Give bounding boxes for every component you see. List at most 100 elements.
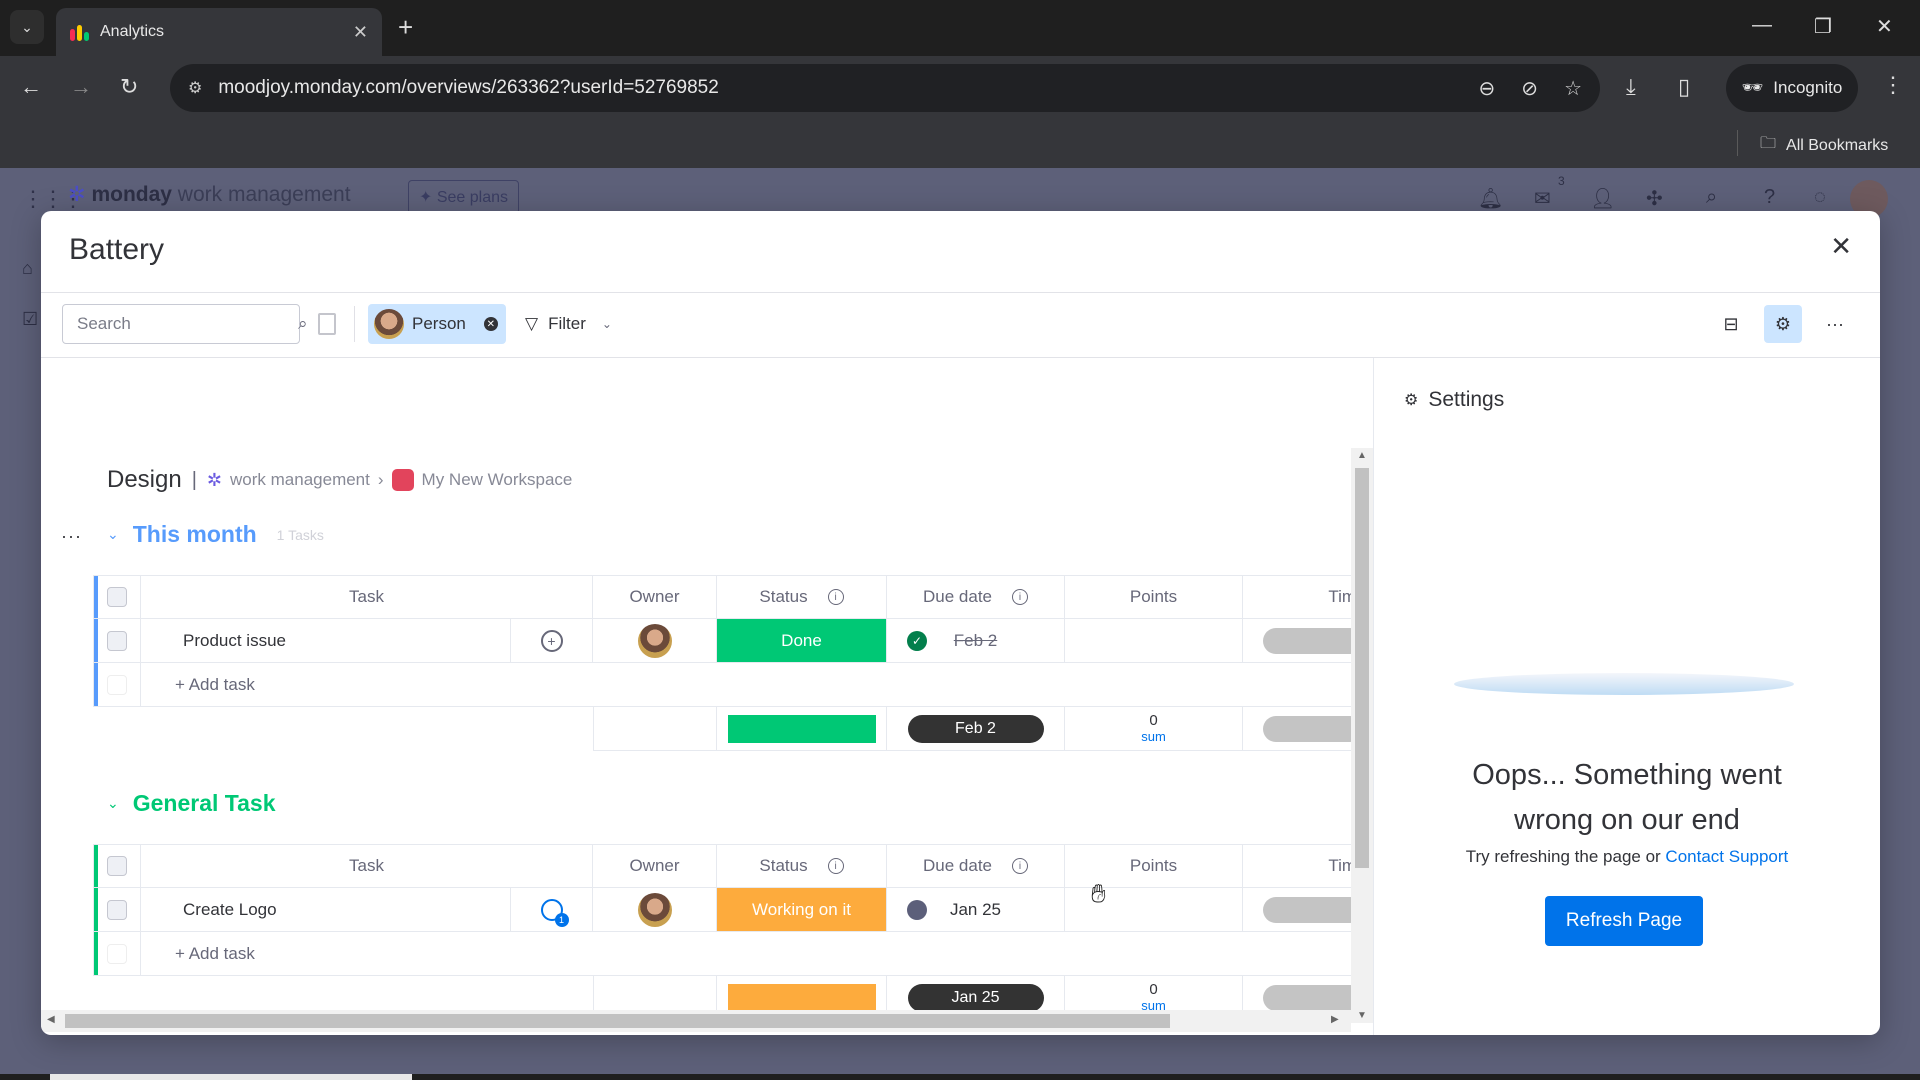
- more-options-icon[interactable]: ···: [1816, 305, 1854, 343]
- see-plans-button[interactable]: ✦ See plans: [408, 180, 520, 214]
- add-task-input[interactable]: + Add task: [141, 663, 1373, 707]
- add-task-input[interactable]: + Add task: [141, 932, 1373, 976]
- collapse-chevron-icon[interactable]: ⌄: [107, 526, 119, 543]
- notifications-bell-icon[interactable]: 🔔︎: [1478, 186, 1503, 211]
- add-update-icon[interactable]: +: [540, 629, 563, 652]
- status-cell[interactable]: Working on it: [717, 888, 887, 932]
- star-icon[interactable]: ☆: [1564, 76, 1582, 101]
- incognito-badge[interactable]: 🕶 Incognito: [1726, 64, 1858, 112]
- summary-points: 0 sum: [1065, 707, 1243, 751]
- group-name[interactable]: This month: [133, 521, 257, 548]
- download-icon[interactable]: ⤓: [1626, 74, 1636, 100]
- column-points[interactable]: Points: [1065, 575, 1243, 619]
- add-task-row[interactable]: + Add task: [93, 932, 1373, 976]
- clear-person-icon[interactable]: ✕: [483, 317, 498, 331]
- column-due-date[interactable]: Due date i: [887, 844, 1065, 888]
- home-icon[interactable]: ⌂: [22, 258, 38, 279]
- monday-logo[interactable]: ✲ monday work management: [68, 182, 351, 207]
- owner-cell[interactable]: [593, 888, 717, 932]
- close-tab-icon[interactable]: ✕: [353, 22, 368, 43]
- info-icon[interactable]: i: [827, 589, 844, 605]
- browser-tab-analytics[interactable]: Analytics ✕: [56, 8, 382, 56]
- layout-toggle-icon[interactable]: ⊟: [1712, 305, 1750, 343]
- tab-list-button[interactable]: ⌄: [10, 10, 44, 44]
- person-filter-chip[interactable]: Person ✕: [368, 304, 506, 344]
- status-cell[interactable]: Done: [717, 619, 887, 663]
- column-due-date[interactable]: Due date i: [887, 575, 1065, 619]
- due-date-cell[interactable]: Jan 25: [887, 888, 1065, 932]
- row-checkbox[interactable]: [107, 630, 127, 651]
- points-cell[interactable]: [1065, 619, 1243, 663]
- search-input[interactable]: [77, 314, 298, 334]
- eye-off-icon[interactable]: ⊘: [1521, 76, 1538, 101]
- document-icon[interactable]: [318, 313, 336, 335]
- close-window-icon[interactable]: ✕: [1876, 14, 1893, 39]
- owner-cell[interactable]: [593, 619, 717, 663]
- task-name[interactable]: Create Logo: [141, 888, 511, 932]
- help-icon[interactable]: ?: [1764, 186, 1775, 209]
- column-task[interactable]: Task: [141, 844, 593, 888]
- row-checkbox[interactable]: [107, 899, 127, 920]
- add-task-row[interactable]: + Add task: [93, 663, 1373, 707]
- contact-support-link[interactable]: Contact Support: [1665, 847, 1788, 866]
- inbox-icon[interactable]: ✉: [1534, 186, 1551, 211]
- product-switcher-icon[interactable]: ◌: [1814, 186, 1826, 209]
- horizontal-scroll-thumb[interactable]: [65, 1014, 1170, 1028]
- search-icon[interactable]: ⌕: [1706, 186, 1717, 209]
- side-panel-icon[interactable]: ▯: [1678, 74, 1690, 100]
- collapse-chevron-icon[interactable]: ⌄: [107, 795, 119, 812]
- all-bookmarks-button[interactable]: 🗀 All Bookmarks: [1760, 132, 1888, 159]
- address-bar[interactable]: ⚙ moodjoy.monday.com/overviews/263362?us…: [170, 64, 1600, 112]
- column-owner[interactable]: Owner: [593, 844, 717, 888]
- table-row[interactable]: Product issue + Done ✓ Feb 2: [93, 619, 1373, 663]
- breadcrumb-workspace[interactable]: My New Workspace: [422, 470, 573, 490]
- horizontal-scrollbar[interactable]: ◀ ▶: [41, 1010, 1351, 1032]
- toolbar-separator: [354, 306, 355, 342]
- column-status[interactable]: Status i: [717, 844, 887, 888]
- select-all-checkbox[interactable]: [107, 587, 127, 607]
- group-name[interactable]: General Task: [133, 790, 276, 817]
- info-icon[interactable]: i: [1012, 858, 1028, 874]
- vertical-scroll-thumb[interactable]: [1355, 468, 1369, 868]
- back-icon[interactable]: ←: [20, 74, 42, 100]
- info-icon[interactable]: i: [827, 858, 844, 874]
- scroll-right-icon[interactable]: ▶: [1331, 1014, 1339, 1025]
- group-header-general-task[interactable]: ⌄ General Task: [107, 790, 276, 817]
- info-icon[interactable]: i: [1012, 589, 1028, 605]
- due-date-cell[interactable]: ✓ Feb 2: [887, 619, 1065, 663]
- vertical-scrollbar[interactable]: ▲ ▼: [1351, 448, 1373, 1023]
- scroll-left-icon[interactable]: ◀: [47, 1014, 55, 1025]
- filter-button[interactable]: ▽ Filter ⌄: [525, 304, 612, 344]
- restore-icon[interactable]: ❐: [1814, 14, 1832, 39]
- my-work-icon[interactable]: ☑: [22, 309, 38, 330]
- refresh-page-button[interactable]: Refresh Page: [1545, 896, 1703, 946]
- updates-bubble-icon[interactable]: 1: [540, 898, 569, 927]
- column-status[interactable]: Status i: [717, 575, 887, 619]
- kebab-icon[interactable]: ⋮: [1882, 72, 1904, 98]
- url-text[interactable]: moodjoy.monday.com/overviews/263362?user…: [218, 77, 718, 99]
- invite-members-icon[interactable]: 👤︎: [1590, 186, 1615, 211]
- forward-icon[interactable]: →: [70, 74, 92, 100]
- table-row[interactable]: Create Logo 1 Working on it Jan 25: [93, 888, 1373, 932]
- new-tab-button[interactable]: +: [398, 14, 413, 40]
- board-name[interactable]: Design: [107, 466, 182, 494]
- scroll-down-icon[interactable]: ▼: [1357, 1010, 1367, 1021]
- apps-puzzle-icon[interactable]: ✣: [1646, 186, 1663, 211]
- reload-icon[interactable]: ↻: [120, 74, 138, 100]
- column-owner[interactable]: Owner: [593, 575, 717, 619]
- select-all-checkbox[interactable]: [107, 856, 127, 876]
- site-info-icon[interactable]: ⚙: [188, 78, 202, 98]
- search-field[interactable]: ⌕: [62, 304, 308, 344]
- group-more-icon[interactable]: ···: [61, 526, 82, 547]
- settings-gear-icon[interactable]: ⚙: [1764, 305, 1802, 343]
- scroll-up-icon[interactable]: ▲: [1357, 450, 1367, 461]
- updates-cell[interactable]: +: [511, 619, 593, 663]
- breadcrumb-product[interactable]: work management: [230, 470, 370, 490]
- zoom-out-icon[interactable]: ⊖: [1479, 76, 1496, 101]
- minimize-icon[interactable]: —: [1752, 14, 1772, 37]
- column-task[interactable]: Task: [141, 575, 593, 619]
- updates-cell[interactable]: 1: [511, 888, 593, 932]
- group-header-this-month[interactable]: ⌄ This month 1 Tasks: [107, 521, 324, 548]
- close-icon[interactable]: ✕: [1830, 231, 1852, 262]
- task-name[interactable]: Product issue: [141, 619, 511, 663]
